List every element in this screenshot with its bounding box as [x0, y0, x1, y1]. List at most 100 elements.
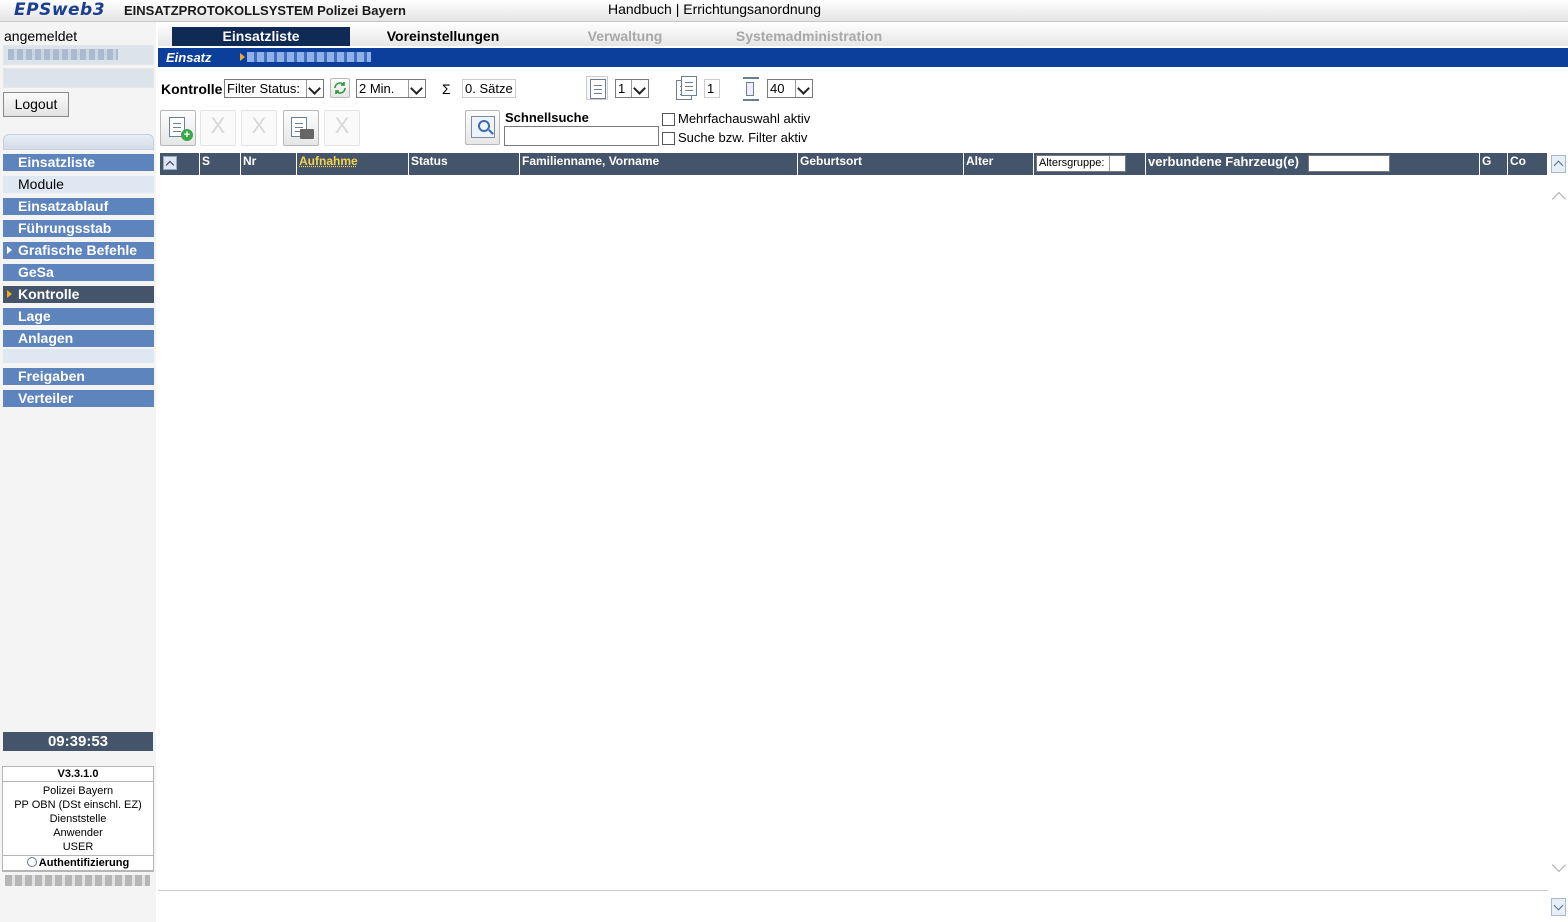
chevron-down-icon [1109, 156, 1125, 171]
plus-icon: + [181, 129, 193, 141]
page-select-value: 1 [618, 81, 626, 96]
disabled-action-button-3: X [324, 110, 360, 146]
errichtungsanordnung-link[interactable]: Errichtungsanordnung [683, 1, 821, 17]
multiselect-checkbox[interactable] [662, 113, 675, 126]
rows-per-page-icon [743, 77, 759, 101]
sigma-icon: Σ [442, 81, 451, 97]
top-links: Handbuch | Errichtungsanordnung [608, 1, 821, 17]
sidebar-item-label: Einsatzablauf [18, 198, 109, 214]
sidebar-item-kontrolle[interactable]: Kontrolle [3, 286, 154, 303]
column-header-alter[interactable]: Alter [964, 153, 1034, 175]
info-line: Dienststelle [49, 813, 107, 825]
sidebar-item-lage[interactable]: Lage [3, 308, 154, 325]
tab-systemadministration: Systemadministration [735, 28, 883, 44]
rows-per-page-select[interactable]: 40 [767, 79, 813, 98]
handbook-link[interactable]: Handbuch [608, 1, 672, 17]
disabled-action-button-1: X [200, 110, 236, 146]
top-bar: EPSweb3 EINSATZPROTOKOLLSYSTEM Polizei B… [0, 0, 1568, 22]
info-line: USER [62, 841, 94, 853]
quicksearch-input[interactable] [504, 126, 659, 146]
kontrolle-label: Kontrolle [161, 81, 223, 97]
breadcrumb-arrow-icon [240, 53, 245, 61]
filter-active-checkbox[interactable] [662, 132, 675, 145]
tab-einsatzliste[interactable]: Einsatzliste [172, 27, 350, 46]
logged-in-label: angemeldet [4, 28, 78, 44]
search-icon [471, 116, 495, 138]
scroll-down-button[interactable] [1551, 898, 1566, 916]
altersgruppe-value: Altersgruppe: [1039, 157, 1105, 169]
sidebar-item-freigaben[interactable]: Freigaben [3, 368, 154, 385]
scroll-up-button[interactable] [1551, 155, 1566, 173]
sidebar-item-module[interactable]: Module [3, 176, 154, 193]
pages-total-icon [676, 76, 698, 100]
grid-footer-divider [158, 890, 1548, 891]
page-select[interactable]: 1 [615, 79, 649, 98]
context-label: Einsatz [166, 50, 212, 65]
context-bar: Einsatz [158, 48, 1568, 67]
link-separator: | [671, 1, 684, 17]
tab-bar: Einsatzliste Voreinstellungen Verwaltung… [158, 22, 1568, 46]
grid-header: S Nr Aufnahme Status Familienname, Vorna… [160, 153, 1547, 175]
multiselect-label: Mehrfachauswahl aktiv [678, 111, 811, 126]
column-header-co[interactable]: Co [1508, 153, 1547, 175]
sidebar-item-label: GeSa [18, 264, 54, 280]
fahrzeuge-filter-input[interactable] [1308, 155, 1390, 172]
column-header-fahrzeuge[interactable]: verbundene Fahrzeug(e) [1146, 153, 1480, 175]
filter-status-select[interactable]: Filter Status: [224, 79, 324, 98]
sidebar-item-gesa[interactable]: GeSa [3, 264, 154, 281]
quicksearch-button[interactable] [465, 110, 500, 145]
select-all-column[interactable] [160, 153, 200, 175]
page-total-value: 1 [707, 81, 715, 96]
chevron-down-icon [408, 80, 425, 97]
filter-status-value: Filter Status: [227, 81, 300, 96]
sidebar-item-label: Anlagen [18, 330, 74, 346]
chevron-up-icon [1551, 191, 1567, 207]
refresh-interval-select[interactable]: 2 Min. [356, 79, 426, 98]
app-logo: EPSweb3 [14, 0, 106, 20]
refresh-interval-value: 2 Min. [359, 81, 395, 96]
info-line: PP OBN (DSt einschl. EZ) [14, 799, 142, 811]
column-header-s[interactable]: S [200, 153, 241, 175]
print-button[interactable] [283, 110, 319, 146]
column-header-nr[interactable]: Nr [241, 153, 297, 175]
sidebar-item-label: Grafische Befehle [18, 242, 138, 258]
sidebar-item-anlagen[interactable]: Anlagen [3, 330, 154, 347]
sidebar-item-label: Führungsstab [18, 220, 112, 236]
tab-verwaltung: Verwaltung [587, 28, 663, 44]
sidebar-item-label: Lage [18, 308, 51, 324]
sidebar-item-label: Kontrolle [18, 286, 80, 302]
sidebar-item-einsatzliste[interactable]: Einsatzliste [3, 154, 154, 171]
sidebar-item-label: Verteiler [18, 390, 74, 406]
new-entry-button[interactable]: + [160, 110, 196, 146]
sidebar-item-einsatzablauf[interactable]: Einsatzablauf [3, 198, 154, 215]
clock: 09:39:53 [3, 732, 153, 751]
record-count: 0. Sätze [462, 79, 516, 98]
info-line: Anwender [53, 827, 103, 839]
quicksearch-label: Schnellsuche [505, 110, 589, 125]
sidebar-item-fuehrungsstab[interactable]: Führungsstab [3, 220, 154, 237]
auth-button[interactable]: Authentifizierung [2, 855, 154, 871]
chevron-down-icon [631, 80, 648, 97]
user-name-redacted [3, 45, 154, 65]
column-header-aufnahme[interactable]: Aufnahme [297, 153, 409, 175]
refresh-button[interactable] [330, 78, 350, 98]
column-header-g[interactable]: G [1480, 153, 1508, 175]
sidebar-item-grafische-befehle[interactable]: Grafische Befehle [3, 242, 154, 259]
disabled-action-button-2: X [241, 110, 277, 146]
sidebar-item-verteiler[interactable]: Verteiler [3, 390, 154, 407]
altersgruppe-select[interactable]: Altersgruppe: [1036, 155, 1126, 172]
column-header-geburtsort[interactable]: Geburtsort [798, 153, 964, 175]
tab-voreinstellungen[interactable]: Voreinstellungen [350, 27, 536, 46]
logout-button[interactable]: Logout [3, 92, 69, 117]
redacted-footer-text [5, 875, 150, 886]
key-icon [26, 857, 37, 867]
column-header-status[interactable]: Status [409, 153, 520, 175]
chevron-down-icon [306, 80, 323, 97]
expand-arrow-icon [7, 246, 12, 254]
sort-up-icon [163, 156, 177, 170]
chevron-down-icon [1551, 857, 1567, 873]
user-role-field [3, 68, 154, 88]
refresh-icon [334, 82, 346, 94]
column-header-name[interactable]: Familienname, Vorname [520, 153, 798, 175]
sidebar-item-label: Einsatzliste [18, 154, 96, 170]
